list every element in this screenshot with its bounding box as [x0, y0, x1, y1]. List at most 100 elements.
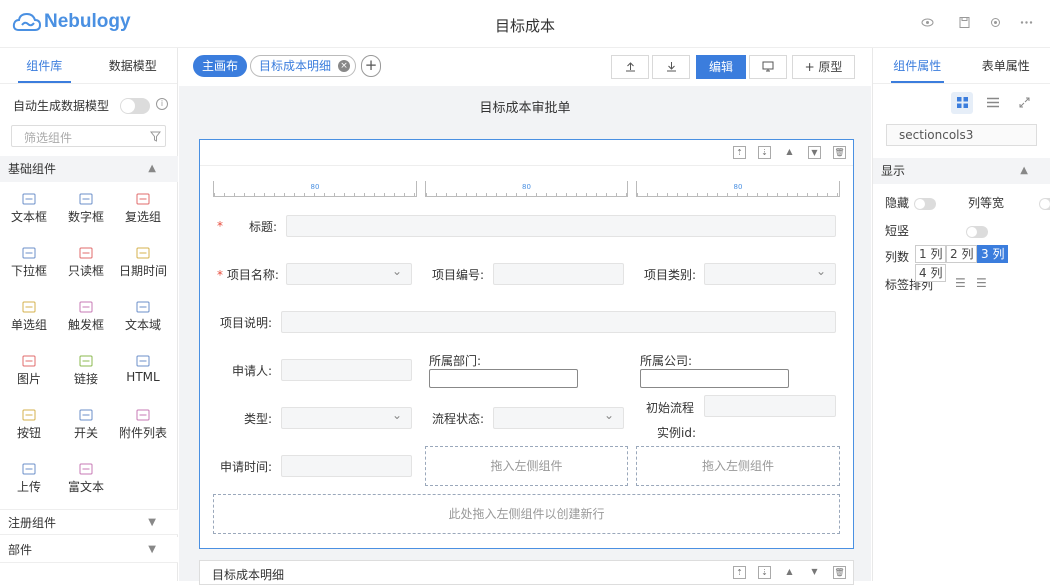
tab-form-props[interactable]: 表单属性	[962, 48, 1050, 83]
project-name-select[interactable]	[286, 263, 412, 285]
component-label: 富文本	[68, 480, 104, 494]
applicant-input[interactable]	[281, 359, 412, 381]
section-toolbar: ⇡ ⇣ ▲ ▼ 🗑	[200, 140, 853, 166]
tab-data-model[interactable]: 数据模型	[89, 48, 178, 83]
prototype-button[interactable]: + 原型	[792, 55, 855, 79]
label-dept: 所属部门:	[429, 352, 481, 369]
label-title: 标题:	[249, 218, 277, 235]
col-option-2[interactable]: 2 列	[946, 245, 977, 263]
component-switch[interactable]: 开关	[57, 409, 115, 441]
move-bottom-icon[interactable]: ⇣	[758, 146, 771, 159]
section-basic[interactable]: 基础组件 ▲	[0, 156, 178, 182]
align-left-icon[interactable]: ☰	[955, 276, 966, 290]
edit-button[interactable]: 编辑	[696, 55, 746, 79]
delete-icon[interactable]: 🗑	[833, 146, 846, 159]
component-dropdown[interactable]: 下拉框	[0, 247, 58, 279]
drop-zone-col3[interactable]: 拖入左侧组件	[636, 446, 840, 486]
section-detail[interactable]: 目标成本明细 ⇡ ⇣ ▲ ▼ 🗑	[199, 560, 854, 585]
component-button[interactable]: 按钮	[0, 409, 58, 441]
flow-status-select[interactable]	[493, 407, 624, 429]
chip-main-canvas[interactable]: 主画布	[193, 55, 247, 77]
component-readonly-box[interactable]: 只读框	[57, 247, 115, 279]
settings-icon[interactable]	[988, 16, 1002, 30]
section-cols3[interactable]: ⇡ ⇣ ▲ ▼ 🗑 80 80 80 * 标题: * 项目名称: 项目编号: 项…	[199, 139, 854, 549]
move-bottom-icon[interactable]: ⇣	[758, 566, 771, 579]
equal-width-toggle[interactable]	[1039, 198, 1050, 210]
component-trigger-box[interactable]: 触发框	[57, 301, 115, 333]
chip-detail[interactable]: 目标成本明细 ×	[250, 55, 356, 77]
component-datetime[interactable]: 日期时间	[114, 247, 172, 279]
init-flow-input[interactable]	[704, 395, 836, 417]
component-textarea[interactable]: 文本域	[114, 301, 172, 333]
drop-zone-new-row[interactable]: 此处拖入左侧组件以创建新行	[213, 494, 840, 534]
section-registered[interactable]: 注册组件 ▼	[0, 509, 178, 535]
section-parts[interactable]: 部件 ▼	[0, 537, 178, 563]
info-icon[interactable]: i	[156, 98, 168, 110]
upload-icon	[625, 61, 636, 72]
display-section[interactable]: 显示 ▲	[873, 158, 1050, 184]
label-project-desc: 项目说明:	[220, 314, 272, 331]
hide-toggle[interactable]	[914, 198, 936, 210]
preview-button[interactable]	[749, 55, 787, 79]
upload-button[interactable]	[611, 55, 649, 79]
tab-component-library[interactable]: 组件库	[0, 48, 89, 83]
component-id-input[interactable]: sectioncols3	[886, 124, 1037, 146]
project-no-input[interactable]	[493, 263, 624, 285]
column-ruler-2[interactable]: 80	[425, 181, 628, 197]
list-view-icon[interactable]	[982, 92, 1004, 114]
component-number-box[interactable]: 数字框	[57, 193, 115, 225]
eye-icon[interactable]	[920, 16, 934, 30]
component-rich-text[interactable]: 富文本	[57, 463, 115, 495]
save-icon[interactable]	[957, 16, 971, 30]
move-top-icon[interactable]: ⇡	[733, 566, 746, 579]
filter-icon[interactable]	[150, 131, 161, 142]
component-label: 复选组	[125, 210, 161, 224]
section-registered-label: 注册组件	[8, 516, 56, 530]
grid-view-icon[interactable]	[951, 92, 973, 114]
filter-input[interactable]: 筛选组件	[11, 125, 166, 147]
project-type-select[interactable]	[704, 263, 836, 285]
dept-input[interactable]	[429, 369, 578, 388]
project-desc-input[interactable]	[281, 311, 836, 333]
move-up-icon[interactable]: ▲	[783, 566, 796, 579]
drop-zone-col2[interactable]: 拖入左侧组件	[425, 446, 628, 486]
move-top-icon[interactable]: ⇡	[733, 146, 746, 159]
title-input[interactable]	[286, 215, 836, 237]
component-upload[interactable]: 上传	[0, 463, 58, 495]
col-option-4[interactable]: 4 列	[915, 264, 946, 282]
upload-icon	[22, 463, 36, 475]
filter-placeholder: 筛选组件	[24, 129, 72, 146]
left-panel: 组件库 数据模型 自动生成数据模型 i 筛选组件 基础组件 ▲ 文本框数字框复选…	[0, 48, 178, 581]
text-box-icon	[22, 193, 36, 205]
close-icon[interactable]: ×	[338, 60, 350, 72]
col-option-1[interactable]: 1 列	[915, 245, 946, 263]
column-ruler-1[interactable]: 80	[213, 181, 417, 197]
component-link[interactable]: 链接	[57, 355, 115, 387]
download-button[interactable]	[652, 55, 690, 79]
column-ruler-3[interactable]: 80	[636, 181, 840, 197]
component-text-box[interactable]: 文本框	[0, 193, 58, 225]
component-html[interactable]: HTML	[114, 355, 172, 384]
expand-icon[interactable]	[1013, 92, 1035, 114]
delete-icon[interactable]: 🗑	[833, 566, 846, 579]
auto-model-toggle[interactable]	[120, 98, 150, 114]
label-project-name: * 项目名称:	[217, 266, 279, 283]
apply-time-input[interactable]	[281, 455, 412, 477]
add-tab-icon[interactable]: +	[361, 55, 381, 77]
short-vertical-toggle[interactable]	[966, 226, 988, 238]
tab-component-props[interactable]: 组件属性	[873, 48, 962, 83]
component-label: 图片	[17, 372, 41, 386]
move-down-icon[interactable]: ▼	[808, 566, 821, 579]
move-up-icon[interactable]: ▲	[783, 146, 796, 159]
component-radio-group[interactable]: 单选组	[0, 301, 58, 333]
component-attachment-list[interactable]: 附件列表	[114, 409, 172, 441]
component-image[interactable]: 图片	[0, 355, 58, 387]
component-checkbox-group[interactable]: 复选组	[114, 193, 172, 225]
type-select[interactable]	[281, 407, 412, 429]
col-option-3[interactable]: 3 列	[977, 245, 1008, 263]
align-right-icon[interactable]: ☰	[976, 276, 987, 290]
move-down-icon[interactable]: ▼	[808, 146, 821, 159]
more-icon[interactable]	[1019, 16, 1033, 30]
company-input[interactable]	[640, 369, 789, 388]
component-label: 只读框	[68, 264, 104, 278]
